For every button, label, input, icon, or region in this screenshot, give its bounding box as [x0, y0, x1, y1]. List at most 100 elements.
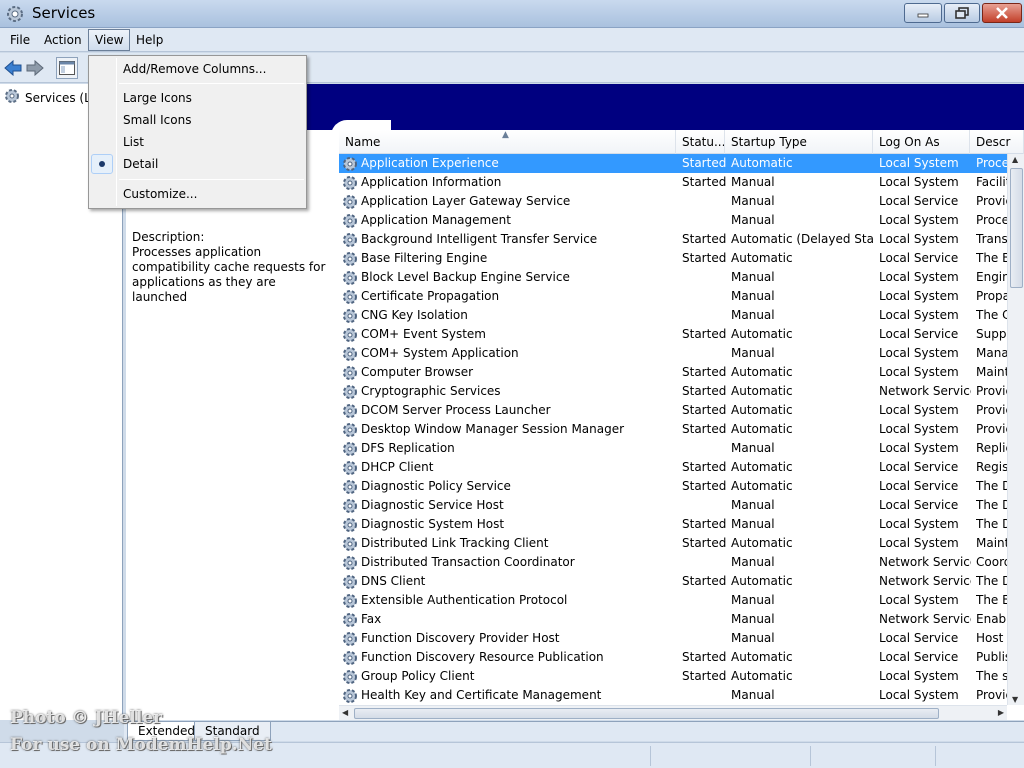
- cell-status: Started: [682, 327, 727, 341]
- cell-status: Started: [682, 175, 727, 189]
- table-row[interactable]: COM+ Event System Started Automatic Local S…: [339, 325, 1007, 344]
- menu-action[interactable]: Action: [38, 31, 88, 49]
- tree-item-services[interactable]: Services (Lo: [4, 88, 98, 107]
- cell-startup-type: Manual: [731, 308, 775, 322]
- menu-item-small-icons[interactable]: Small Icons: [91, 110, 304, 130]
- menu-separator: [119, 83, 304, 84]
- service-gear-icon: [342, 251, 358, 267]
- close-button[interactable]: [982, 3, 1022, 23]
- table-row[interactable]: Fax Manual Network Service Enabl: [339, 610, 1007, 629]
- menu-file[interactable]: File: [4, 31, 36, 49]
- scroll-left-icon[interactable]: ◀: [342, 708, 348, 717]
- cell-status: Started: [682, 460, 727, 474]
- table-row[interactable]: Diagnostic Service Host Manual Local Servi…: [339, 496, 1007, 515]
- cell-name: Fax: [361, 612, 382, 626]
- cell-log-on-as: Local Service: [879, 251, 959, 265]
- table-row[interactable]: Background Intelligent Transfer Service S…: [339, 230, 1007, 249]
- menu-item-list[interactable]: List: [91, 132, 304, 152]
- table-row[interactable]: COM+ System Application Manual Local Syste…: [339, 344, 1007, 363]
- table-row[interactable]: Distributed Transaction Coordinator Manua…: [339, 553, 1007, 572]
- cell-status: [682, 439, 727, 458]
- service-gear-icon: [342, 270, 358, 286]
- cell-startup-type: Automatic: [731, 156, 793, 170]
- table-row[interactable]: Application Experience Started Automatic Lo…: [339, 154, 1007, 173]
- scroll-down-icon[interactable]: ▼: [1012, 695, 1018, 704]
- menu-item-customize[interactable]: Customize...: [91, 184, 304, 204]
- table-row[interactable]: Distributed Link Tracking Client Started A…: [339, 534, 1007, 553]
- status-separator: [935, 746, 936, 766]
- table-row[interactable]: DFS Replication Manual Local System Replic: [339, 439, 1007, 458]
- cell-startup-type: Automatic: [731, 460, 793, 474]
- vertical-scrollbar[interactable]: ▲ ▼: [1007, 154, 1024, 705]
- table-row[interactable]: Block Level Backup Engine Service Manual L…: [339, 268, 1007, 287]
- cell-log-on-as: Local Service: [879, 194, 959, 208]
- cell-name: DFS Replication: [361, 441, 455, 455]
- restore-button[interactable]: [944, 3, 980, 23]
- menu-item-add-remove-columns[interactable]: Add/Remove Columns...: [91, 59, 304, 79]
- table-row[interactable]: Diagnostic Policy Service Started Automati…: [339, 477, 1007, 496]
- cell-description: Provic: [976, 688, 1007, 702]
- cell-log-on-as: Local System: [879, 422, 959, 436]
- column-header-log-on-as[interactable]: Log On As: [873, 130, 970, 154]
- table-row[interactable]: Base Filtering Engine Started Automatic Loc…: [339, 249, 1007, 268]
- table-row[interactable]: Application Information Started Manual Loca…: [339, 173, 1007, 192]
- scroll-right-icon[interactable]: ▶: [998, 708, 1004, 717]
- table-row[interactable]: Function Discovery Resource Publication S…: [339, 648, 1007, 667]
- column-header-description[interactable]: Descr: [970, 130, 1024, 154]
- cell-description: Provic: [976, 422, 1007, 436]
- cell-log-on-as: Local Service: [879, 650, 959, 664]
- table-row[interactable]: DCOM Server Process Launcher Started Autom…: [339, 401, 1007, 420]
- menu-help[interactable]: Help: [130, 31, 169, 49]
- table-row[interactable]: Health Key and Certificate Management Man…: [339, 686, 1007, 705]
- cell-status: Started: [682, 669, 727, 683]
- vertical-scroll-thumb[interactable]: [1010, 168, 1023, 288]
- menu-view[interactable]: View: [88, 29, 131, 51]
- horizontal-scroll-thumb[interactable]: [354, 708, 939, 719]
- horizontal-scrollbar[interactable]: ◀ ▶: [339, 705, 1007, 720]
- table-row[interactable]: DHCP Client Started Automatic Local Service…: [339, 458, 1007, 477]
- cell-name: Diagnostic Policy Service: [361, 479, 511, 493]
- service-gear-icon: [342, 156, 358, 172]
- description-panel: Description: Processes application compa…: [132, 230, 327, 305]
- table-row[interactable]: Application Layer Gateway Service Manual L…: [339, 192, 1007, 211]
- cell-name: Application Experience: [361, 156, 499, 170]
- table-row[interactable]: Function Discovery Provider Host Manual Lo…: [339, 629, 1007, 648]
- cell-name: Computer Browser: [361, 365, 474, 379]
- column-header-status[interactable]: Statu...: [676, 130, 725, 154]
- scroll-up-icon[interactable]: ▲: [1012, 155, 1018, 164]
- menu-item-large-icons[interactable]: Large Icons: [91, 88, 304, 108]
- service-gear-icon: [342, 327, 358, 343]
- cell-name: Certificate Propagation: [361, 289, 500, 303]
- table-row[interactable]: Certificate Propagation Manual Local Syste…: [339, 287, 1007, 306]
- services-gear-icon: [4, 88, 20, 107]
- cell-description: The B: [976, 251, 1007, 265]
- table-row[interactable]: Application Management Manual Local System…: [339, 211, 1007, 230]
- service-gear-icon: [342, 346, 358, 362]
- back-button[interactable]: [3, 58, 23, 78]
- minimize-button[interactable]: [904, 3, 942, 23]
- table-row[interactable]: Desktop Window Manager Session Manager St…: [339, 420, 1007, 439]
- table-row[interactable]: Extensible Authentication Protocol Manual…: [339, 591, 1007, 610]
- table-row[interactable]: CNG Key Isolation Manual Local System The C: [339, 306, 1007, 325]
- service-gear-icon: [342, 308, 358, 324]
- cell-startup-type: Automatic: [731, 479, 793, 493]
- table-row[interactable]: DNS Client Started Automatic Network Servic…: [339, 572, 1007, 591]
- cell-startup-type: Manual: [731, 612, 775, 626]
- cell-startup-type: Manual: [731, 555, 775, 569]
- cell-name: Extensible Authentication Protocol: [361, 593, 568, 607]
- cell-log-on-as: Local Service: [879, 460, 959, 474]
- cell-description: The D: [976, 517, 1007, 531]
- cell-status: [682, 591, 727, 610]
- menu-item-detail[interactable]: Detail: [91, 154, 304, 174]
- cell-startup-type: Manual: [731, 593, 775, 607]
- forward-button[interactable]: [25, 58, 45, 78]
- column-header-startup-type[interactable]: Startup Type: [725, 130, 873, 154]
- table-row[interactable]: Diagnostic System Host Started Manual Local…: [339, 515, 1007, 534]
- cell-status: [682, 344, 727, 363]
- show-hide-console-tree-button[interactable]: [56, 57, 78, 79]
- table-row[interactable]: Group Policy Client Started Automatic Local…: [339, 667, 1007, 686]
- service-gear-icon: [342, 289, 358, 305]
- table-row[interactable]: Cryptographic Services Started Automatic Ne…: [339, 382, 1007, 401]
- table-row[interactable]: Computer Browser Started Automatic Local Sy…: [339, 363, 1007, 382]
- cell-startup-type: Automatic: [731, 536, 793, 550]
